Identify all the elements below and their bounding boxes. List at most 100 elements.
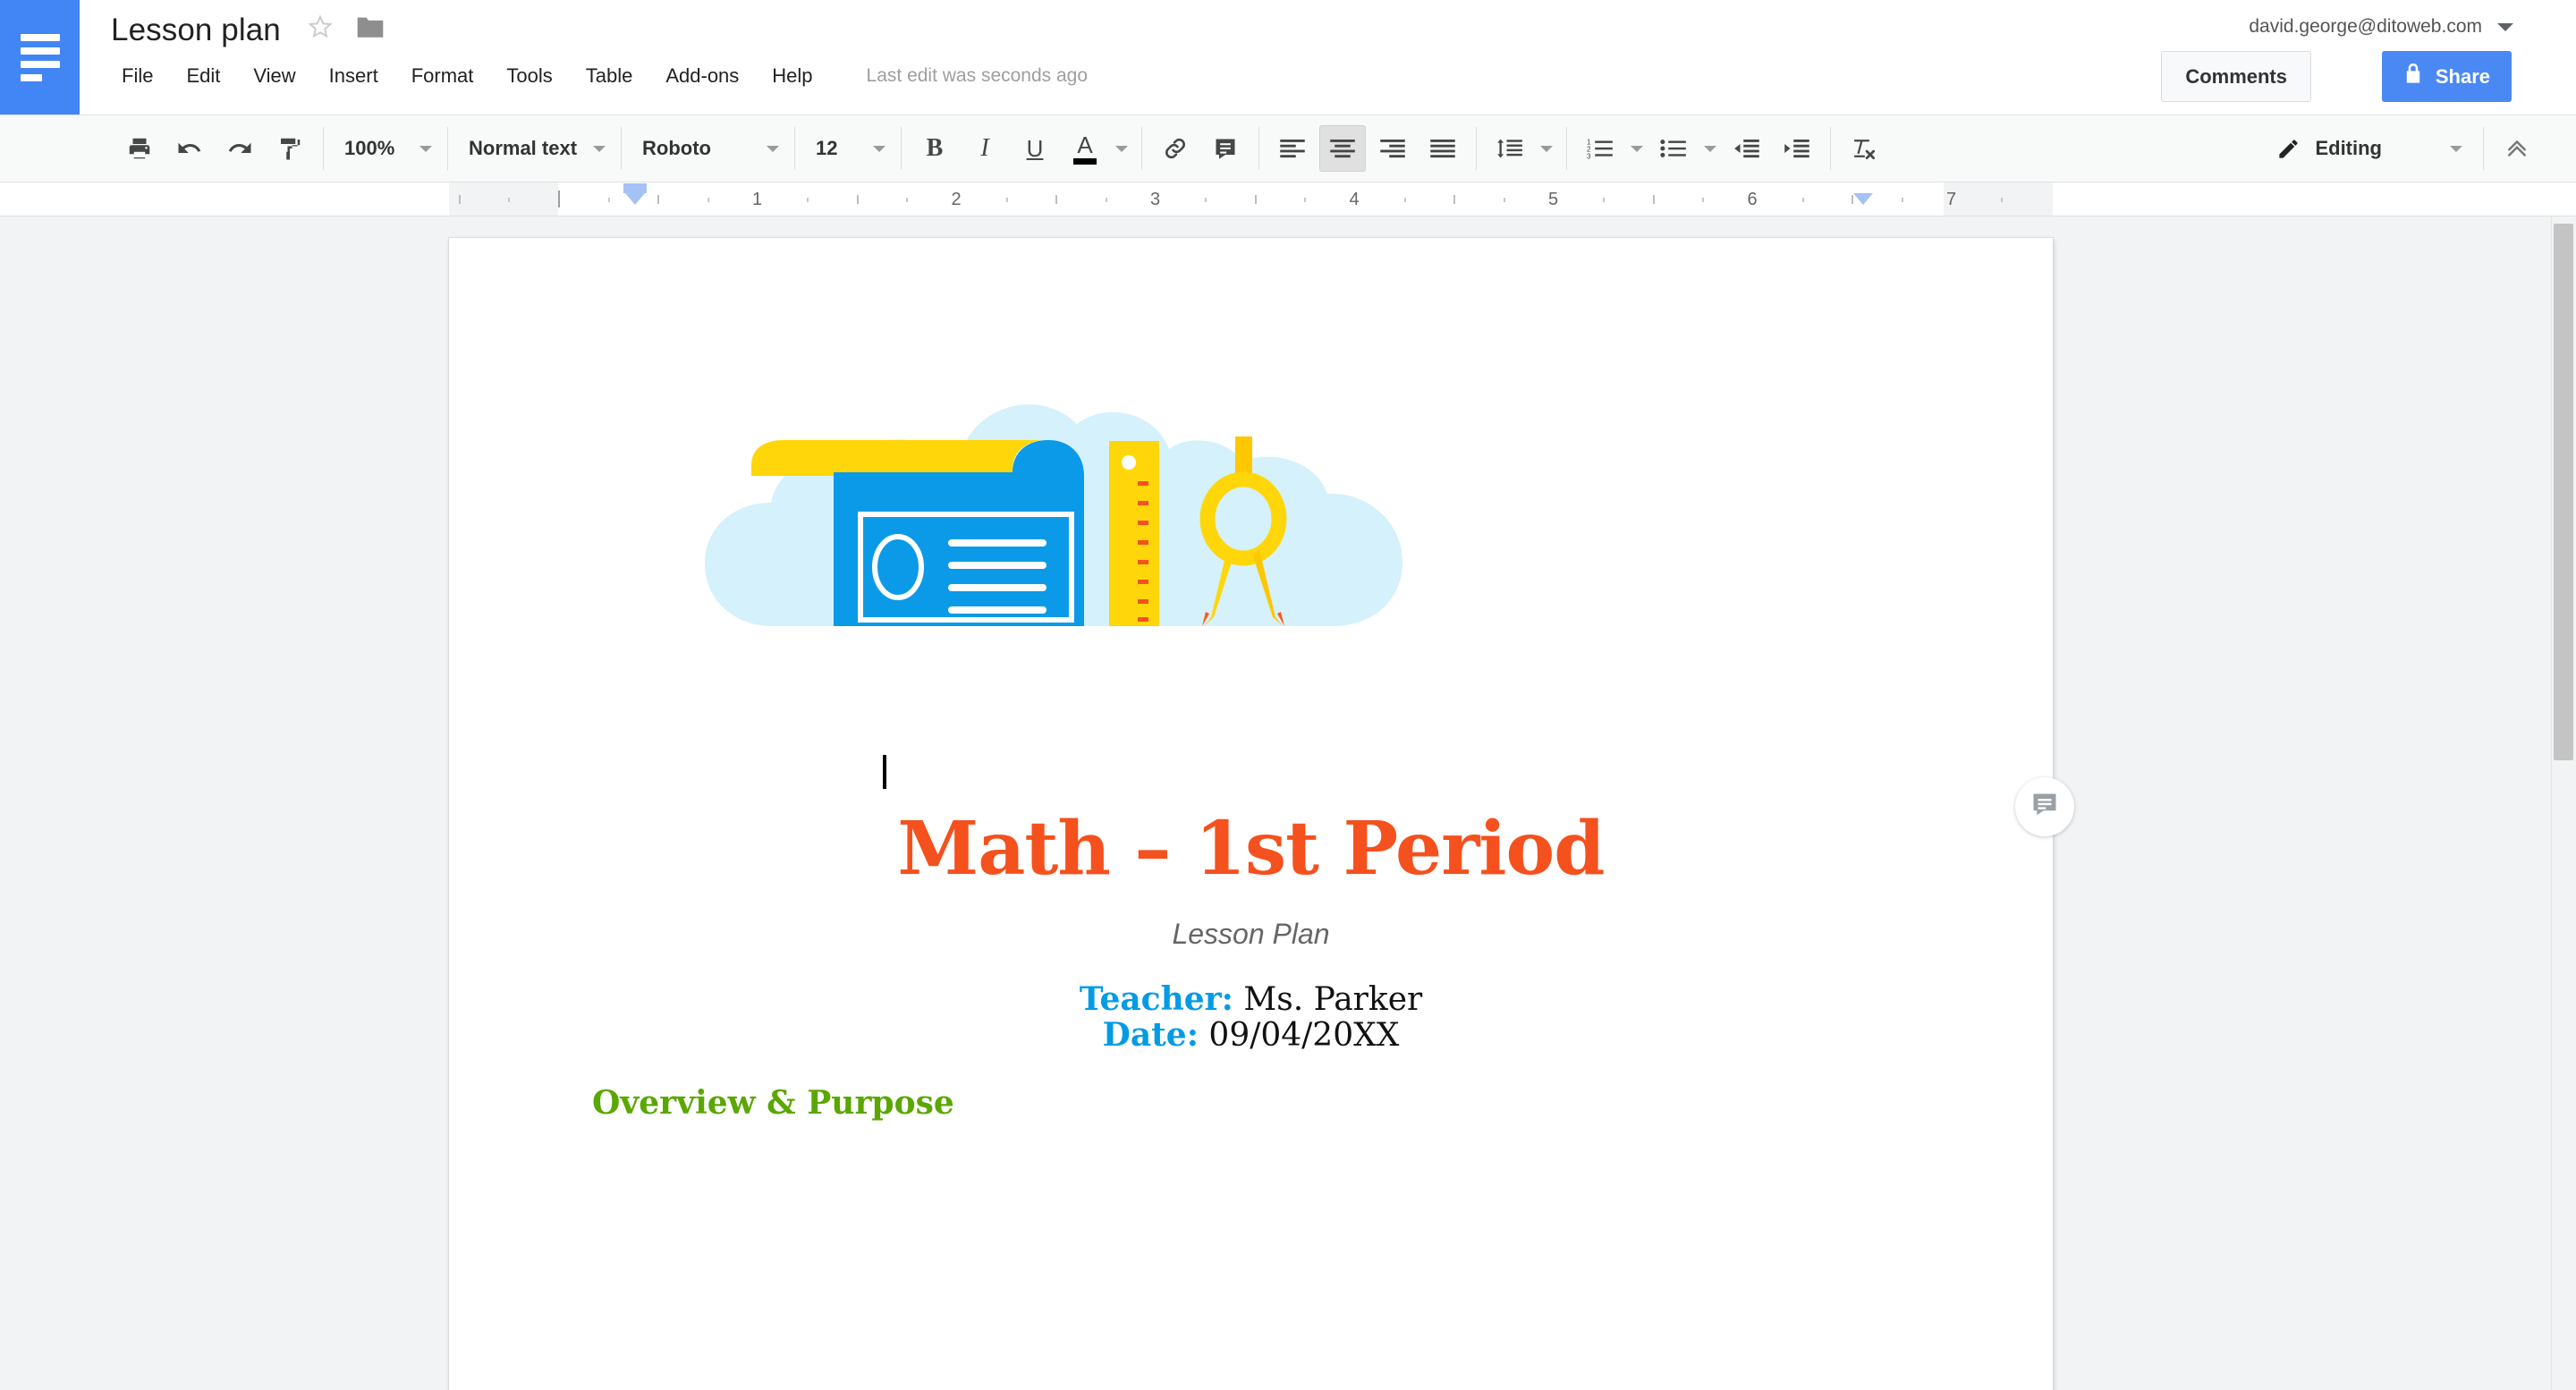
text-color-caret[interactable] [1112,125,1131,172]
meta-line-date[interactable]: Date: 09/04/20XX [449,1015,2053,1055]
line-spacing-caret[interactable] [1537,125,1556,172]
toolbar-divider [2483,127,2484,170]
align-justify-icon[interactable] [1419,125,1466,172]
meta-key-date: Date [1102,1016,1187,1054]
share-button[interactable]: Share [2381,51,2512,102]
ruler-number: 1 [751,190,763,209]
paper-curl [751,440,1041,476]
italic-label: I [980,134,989,162]
vertical-scrollbar[interactable] [2551,216,2576,1390]
menu-item-edit[interactable]: Edit [175,61,231,91]
ruler-tick [906,198,909,202]
ruler-tick [1652,195,1655,204]
ruler-right-margin [1944,182,2053,216]
increase-indent-icon[interactable] [1774,125,1820,172]
meta-separator: : [1221,980,1233,1018]
align-center-icon[interactable] [1319,125,1366,172]
menu-item-addons[interactable]: Add-ons [655,61,750,91]
menu-item-file[interactable]: File [111,61,164,91]
insert-comment-icon[interactable] [1202,125,1249,172]
menu-item-table[interactable]: Table [575,61,644,91]
left-indent-marker-bar[interactable] [623,183,647,193]
chevron-up-icon[interactable] [2494,125,2540,172]
menu-item-format[interactable]: Format [401,61,485,91]
document-page[interactable]: Math – 1st Period Lesson Plan Teacher: M… [449,238,2053,1390]
font-family-select[interactable]: Roboto [630,125,786,172]
font-size-select[interactable]: 12 [803,125,893,172]
numbered-list-caret[interactable] [1627,125,1647,172]
bulleted-list-icon[interactable] [1650,125,1697,172]
add-comment-button[interactable] [2015,777,2074,836]
pencil-icon [2276,137,2301,161]
formatting-toolbar: 100% Normal text Roboto 12 B I U A 1 2 3… [0,114,2576,182]
editing-mode-label: Editing [2315,137,2382,159]
italic-button[interactable]: I [962,125,1008,172]
chevron-down-icon [1704,145,1716,152]
chevron-down-icon[interactable] [2497,23,2513,31]
ruler-tick [458,195,461,204]
ruler-tick [1055,195,1058,204]
ruler[interactable]: 1 2 3 4 5 6 7 [0,182,2576,216]
ruler-number: 3 [1149,190,1161,209]
paper-card-line [948,584,1046,591]
ruler-number: 2 [951,190,962,209]
document-subtitle[interactable]: Lesson Plan [449,916,2053,952]
ruler-number: 7 [1945,190,1957,209]
paper-card-line [948,539,1046,547]
meta-value-teacher: Ms. Parker [1233,981,1423,1018]
font-size-value: 12 [816,137,838,159]
line-spacing-icon[interactable] [1487,125,1533,172]
right-indent-marker[interactable] [1853,193,1873,205]
align-left-icon[interactable] [1269,125,1316,172]
ruler-tick [1254,195,1257,204]
paint-format-icon[interactable] [267,125,313,172]
docs-logo-lines [20,33,60,81]
clear-formatting-icon[interactable] [1841,125,1887,172]
docs-logo-icon[interactable] [0,0,80,114]
menu-item-help[interactable]: Help [761,61,823,91]
undo-icon[interactable] [166,125,213,172]
insert-link-icon[interactable] [1152,125,1199,172]
document-heading-title[interactable]: Math – 1st Period [449,806,2053,892]
text-color-button[interactable]: A [1062,125,1108,172]
print-icon[interactable] [116,125,163,172]
menu-item-tools[interactable]: Tools [496,61,563,91]
comment-bubble-icon [2031,792,2058,823]
ruler-tick [1304,198,1307,202]
account-email[interactable]: david.george@ditoweb.com [2249,15,2482,38]
toolbar-divider [1141,127,1142,170]
align-right-icon[interactable] [1369,125,1416,172]
editing-mode-select[interactable]: Editing [2264,125,2475,172]
menu-item-view[interactable]: View [242,61,306,91]
left-indent-marker[interactable] [625,193,645,205]
underline-button[interactable]: U [1012,125,1058,172]
vertical-scrollbar-thumb[interactable] [2554,224,2573,760]
decrease-indent-icon[interactable] [1724,125,1770,172]
section-heading-overview[interactable]: Overview & Purpose [592,1083,954,1123]
ruler-number: 6 [1747,190,1758,209]
chevron-down-icon [419,145,432,152]
redo-icon[interactable] [216,125,263,172]
document-title[interactable]: Lesson plan [111,12,281,49]
ruler-tick [558,191,560,208]
numbered-list-icon[interactable]: 1 2 3 [1577,125,1623,172]
toolbar-divider [794,127,795,170]
zoom-select[interactable]: 100% [332,125,439,172]
ruler-shape [1109,441,1159,626]
bulleted-list-caret[interactable] [1700,125,1720,172]
chevron-down-icon [1631,145,1643,152]
paragraph-style-select[interactable]: Normal text [456,125,613,172]
meta-line-teacher[interactable]: Teacher: Ms. Parker [449,979,2053,1020]
star-outline-icon[interactable] [307,13,334,45]
font-family-value: Roboto [642,137,711,159]
zoom-value: 100% [344,137,395,159]
bold-button[interactable]: B [911,125,958,172]
paragraph-style-value: Normal text [469,137,578,159]
ruler-tick [1801,198,1804,202]
paper-card-line [948,606,1046,614]
ruler-tick [508,198,511,202]
folder-icon[interactable] [356,15,385,43]
last-edit-status[interactable]: Last edit was seconds ago [867,64,1089,89]
menu-item-insert[interactable]: Insert [318,61,389,91]
comments-button[interactable]: Comments [2161,51,2311,102]
